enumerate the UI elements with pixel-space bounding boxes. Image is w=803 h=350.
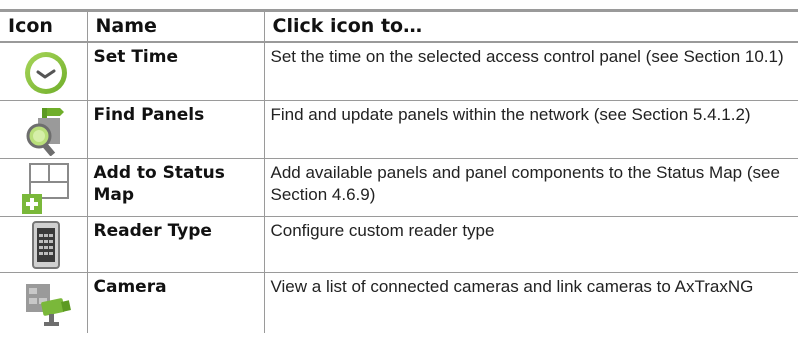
row-name: Reader Type — [86, 216, 264, 273]
table-header-row: Icon Name Click icon to… — [0, 9, 798, 43]
icon-cell — [0, 101, 87, 159]
icon-cell — [0, 159, 87, 217]
table-row: Camera View a list of connected cameras … — [0, 272, 798, 333]
row-description: Configure custom reader type — [263, 216, 798, 273]
table-row: Find Panels Find and update panels withi… — [0, 100, 798, 159]
row-description: Set the time on the selected access cont… — [263, 41, 798, 101]
row-name: Find Panels — [86, 100, 264, 159]
clock-icon — [25, 51, 67, 94]
row-name: Set Time — [86, 41, 264, 101]
header-name: Name — [86, 9, 264, 43]
table-row: Add to Status Map Add available panels a… — [0, 158, 798, 217]
icon-reference-table-wrapper: Icon Name Click icon to… Set Time Set th… — [0, 9, 798, 333]
row-description: View a list of connected cameras and lin… — [263, 272, 798, 333]
table-row: Set Time Set the time on the selected ac… — [0, 41, 798, 101]
row-description: Find and update panels within the networ… — [263, 100, 798, 159]
icon-cell — [0, 273, 87, 333]
header-action: Click icon to… — [263, 9, 798, 43]
find-panels-magnifier-icon — [26, 108, 64, 156]
icon-reference-table: Icon Name Click icon to… Set Time Set th… — [0, 9, 798, 333]
row-name: Camera — [86, 272, 264, 333]
camera-icon — [26, 284, 71, 326]
icon-cell — [0, 42, 87, 101]
header-icon: Icon — [0, 9, 87, 43]
row-description: Add available panels and panel component… — [263, 158, 798, 217]
icon-cell — [0, 217, 87, 273]
row-name: Add to Status Map — [86, 158, 264, 217]
card-reader-icon — [32, 221, 60, 269]
table-row: Reader Type Configure custom reader type — [0, 216, 798, 273]
add-to-status-map-icon — [22, 163, 69, 214]
